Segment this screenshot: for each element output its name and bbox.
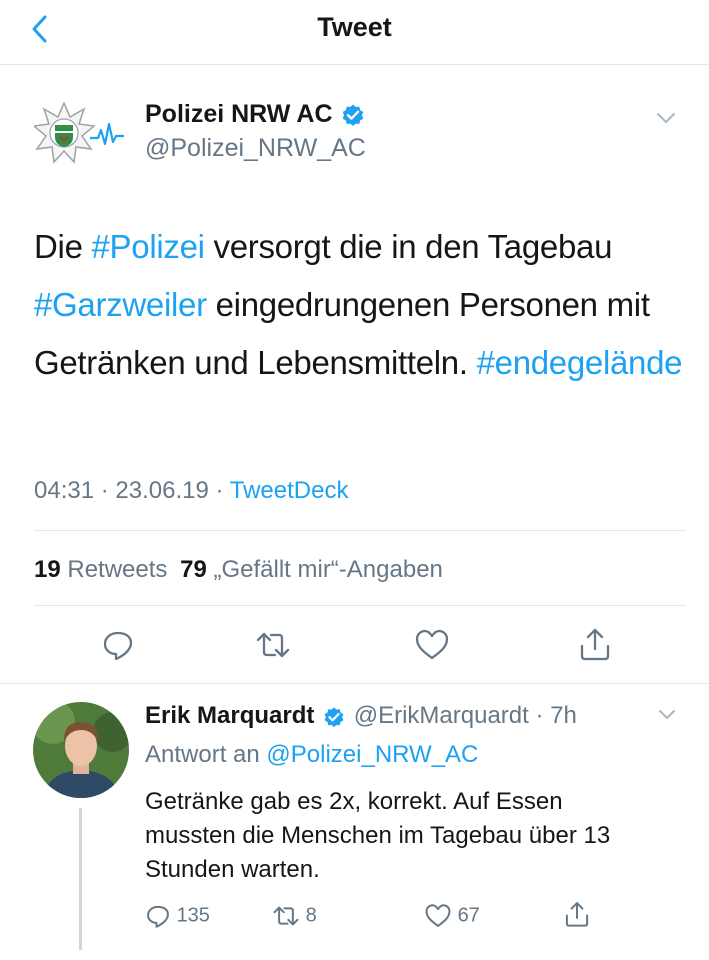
meta-separator: · — [528, 702, 551, 729]
verified-badge-icon — [324, 707, 344, 727]
like-button[interactable] — [414, 628, 450, 662]
tweet-text-segment: Die — [34, 228, 92, 265]
meta-separator: · — [215, 477, 224, 504]
tweet-source-link[interactable]: TweetDeck — [230, 477, 349, 504]
retweet-icon — [273, 906, 299, 926]
police-star-logo — [34, 101, 124, 164]
reply-author-avatar[interactable] — [33, 702, 129, 798]
author-name: Polizei NRW AC — [145, 100, 333, 128]
chevron-down-icon — [659, 710, 675, 719]
reply-count: 135 — [176, 904, 210, 927]
reply-icon — [103, 631, 133, 661]
reply-to-handle[interactable]: @Polizei_NRW_AC — [266, 741, 478, 768]
hashtag-link[interactable]: #Polizei — [92, 228, 205, 265]
reply-header: Erik Marquardt @ErikMarquardt · 7h — [145, 702, 577, 730]
meta-separator: · — [100, 477, 109, 504]
share-icon — [580, 628, 610, 661]
chevron-down-icon — [657, 113, 675, 123]
retweets-count: 19 — [34, 556, 61, 583]
like-count: 67 — [457, 904, 480, 927]
hashtag-link[interactable]: #Garzweiler — [34, 286, 207, 323]
share-icon — [565, 902, 589, 927]
reply-thread-line — [79, 808, 82, 950]
tweet-text: Die #Polizei versorgt die in den Tagebau… — [34, 218, 684, 392]
retweets-label: Retweets — [67, 556, 168, 583]
tweet-meta: 04:31 · 23.06.19 · TweetDeck — [34, 477, 348, 505]
likes-stat[interactable]: 79 „Gefällt mir“-Angaben — [180, 556, 443, 583]
reply-to-label: Antwort an — [145, 741, 260, 768]
retweet-count: 8 — [305, 904, 317, 927]
tweet-options-button[interactable] — [652, 106, 680, 130]
author-avatar[interactable] — [34, 98, 126, 168]
likes-count: 79 — [180, 556, 207, 583]
tweet-stats: 19 Retweets 79 „Gefällt mir“-Angaben — [34, 556, 443, 584]
retweet-icon — [256, 632, 290, 658]
meta-divider — [34, 530, 686, 531]
reply-reply-button[interactable]: 135 — [145, 902, 210, 929]
hashtag-link[interactable]: #endegelände — [477, 344, 683, 381]
avatar-photo — [33, 702, 129, 798]
retweet-button[interactable] — [255, 628, 291, 662]
verified-badge-icon — [342, 104, 364, 126]
reply-like-button[interactable]: 67 — [424, 902, 480, 929]
reply-retweet-button[interactable]: 8 — [272, 902, 317, 929]
retweets-stat[interactable]: 19 Retweets — [34, 556, 174, 583]
author-name-row[interactable]: Polizei NRW AC — [145, 100, 365, 132]
likes-label: „Gefällt mir“-Angaben — [213, 556, 443, 583]
reply-icon — [147, 905, 169, 928]
reply-share-button[interactable] — [563, 900, 591, 928]
reply-to-line: Antwort an @Polizei_NRW_AC — [145, 741, 478, 769]
reply-author-handle[interactable]: @ErikMarquardt — [354, 702, 529, 729]
reply-button[interactable] — [101, 628, 135, 662]
author-handle[interactable]: @Polizei_NRW_AC — [145, 134, 366, 162]
reply-author-name[interactable]: Erik Marquardt — [145, 702, 314, 729]
reply-age: 7h — [550, 702, 577, 729]
tweet-time: 04:31 — [34, 477, 95, 504]
header-divider — [0, 64, 709, 65]
reply-text: Getränke gab es 2x, korrekt. Auf Essen m… — [145, 788, 611, 883]
heart-icon — [425, 904, 451, 927]
tweet-text-segment: versorgt die in den Tagebau — [204, 228, 613, 265]
reply-options-button[interactable] — [654, 704, 680, 726]
share-button[interactable] — [577, 626, 613, 662]
actions-divider — [0, 683, 709, 684]
page-title: Tweet — [317, 12, 392, 42]
stats-divider — [34, 605, 686, 606]
heart-icon — [415, 629, 449, 660]
tweet-date: 23.06.19 — [115, 477, 209, 504]
